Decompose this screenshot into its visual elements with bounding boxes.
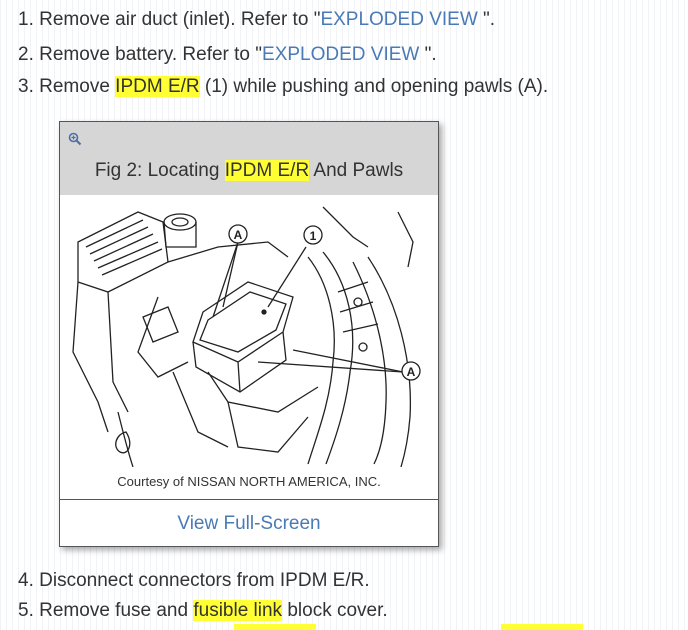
step-number: 5. bbox=[18, 600, 34, 621]
step-number: 2. bbox=[18, 44, 34, 65]
zoom-in-icon[interactable] bbox=[68, 132, 82, 146]
step-number: 1. bbox=[18, 9, 34, 30]
step-text-end: (1) while pushing and opening pawls (A). bbox=[199, 76, 549, 97]
step-number: 4. bbox=[18, 570, 34, 591]
exploded-view-link[interactable]: EXPLODED VIEW bbox=[262, 44, 419, 65]
callout-1: 1 bbox=[303, 225, 323, 245]
figure-credit: Courtesy of NISSAN NORTH AMERICA, INC. bbox=[117, 474, 381, 489]
step-text: Disconnect connectors from IPDM E/R. bbox=[39, 570, 370, 591]
step-number: 3. bbox=[18, 76, 34, 97]
step-3: 3. Remove IPDM E/R (1) while pushing and… bbox=[18, 75, 548, 99]
step-text: Remove air duct (inlet). Refer to bbox=[39, 9, 314, 30]
step-text: Remove bbox=[39, 76, 116, 97]
figure-divider bbox=[60, 499, 438, 500]
callout-a-top: A bbox=[228, 224, 248, 244]
step-text-end: block cover. bbox=[282, 600, 388, 621]
step-4: 4. Disconnect connectors from IPDM E/R. bbox=[18, 569, 370, 593]
highlight-ipdm: IPDM E/R bbox=[224, 160, 310, 181]
step-1: 1. Remove air duct (inlet). Refer to "EX… bbox=[18, 9, 496, 30]
svg-text:A: A bbox=[407, 365, 416, 379]
step-text-end: ". bbox=[483, 9, 496, 30]
figure-title: Fig 2: Locating IPDM E/R And Pawls bbox=[94, 160, 404, 181]
highlight-ipdm: IPDM E/R bbox=[115, 76, 200, 97]
step-5: 5. Remove fuse and fusible link block co… bbox=[18, 599, 388, 623]
step-text: Remove battery. Refer to bbox=[39, 44, 256, 65]
svg-text:1: 1 bbox=[310, 229, 317, 243]
cropped-highlight bbox=[501, 624, 583, 630]
view-full-screen-link[interactable]: View Full-Screen bbox=[60, 513, 438, 535]
highlight-fusible-link: fusible link bbox=[193, 600, 283, 621]
cropped-highlight bbox=[234, 624, 316, 630]
figure-card: Fig 2: Locating IPDM E/R And Pawls A 1 A… bbox=[59, 121, 439, 547]
svg-text:A: A bbox=[234, 228, 243, 242]
ipdm-engine-bay-illustration: A 1 A bbox=[72, 206, 421, 467]
step-2: 2. Remove battery. Refer to "EXPLODED VI… bbox=[18, 44, 437, 65]
exploded-view-link[interactable]: EXPLODED VIEW bbox=[320, 9, 477, 30]
step-text: Remove fuse and bbox=[39, 600, 194, 621]
figure-header: Fig 2: Locating IPDM E/R And Pawls bbox=[60, 122, 438, 195]
step-text-end: ". bbox=[424, 44, 437, 65]
callout-a-right: A bbox=[401, 361, 421, 381]
